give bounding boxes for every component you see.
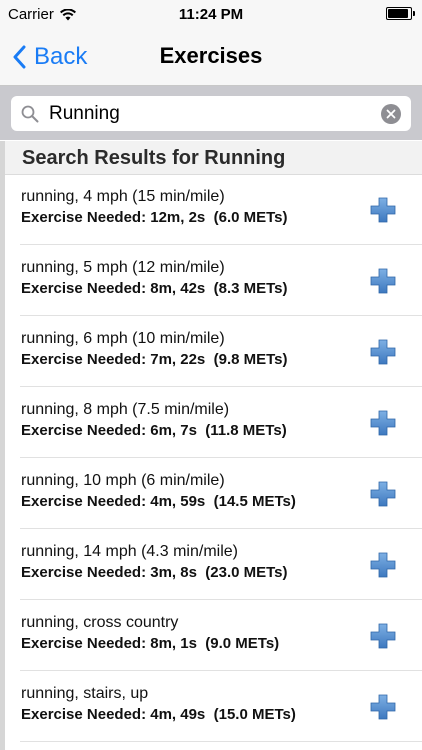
exercise-name: running, 14 mph (4.3 min/mile)	[21, 543, 238, 560]
add-icon[interactable]	[369, 196, 397, 224]
exercise-detail: Exercise Needed: 12m, 2s (6.0 METs)	[21, 209, 288, 226]
exercise-detail: Exercise Needed: 3m, 8s (23.0 METs)	[21, 564, 288, 581]
exercise-name: running, cross country	[21, 614, 179, 631]
navigation-bar: Back Exercises	[0, 30, 422, 86]
add-icon[interactable]	[369, 480, 397, 508]
list-item[interactable]: running, 4 mph (15 min/mile) Exercise Ne…	[20, 174, 422, 245]
results-list: running, 4 mph (15 min/mile) Exercise Ne…	[0, 174, 422, 742]
list-item[interactable]: running, cross country Exercise Needed: …	[20, 600, 422, 671]
list-item[interactable]: running, 6 mph (10 min/mile) Exercise Ne…	[20, 316, 422, 387]
status-bar: Carrier 11:24 PM	[0, 0, 422, 30]
search-box[interactable]	[11, 96, 411, 131]
section-header-label: Search Results for Running	[22, 147, 286, 169]
exercise-name: running, 10 mph (6 min/mile)	[21, 472, 225, 489]
add-icon[interactable]	[369, 622, 397, 650]
add-icon[interactable]	[369, 409, 397, 437]
list-item[interactable]: running, 5 mph (12 min/mile) Exercise Ne…	[20, 245, 422, 316]
status-time: 11:24 PM	[178, 6, 244, 23]
add-icon[interactable]	[369, 551, 397, 579]
battery-icon	[386, 7, 415, 20]
exercise-detail: Exercise Needed: 4m, 49s (15.0 METs)	[21, 706, 296, 723]
page-title: Exercises	[159, 43, 263, 68]
add-icon[interactable]	[369, 693, 397, 721]
add-icon[interactable]	[369, 338, 397, 366]
add-icon[interactable]	[369, 267, 397, 295]
list-item[interactable]: running, stairs, up Exercise Needed: 4m,…	[20, 671, 422, 742]
list-item[interactable]: running, 8 mph (7.5 min/mile) Exercise N…	[20, 387, 422, 458]
search-input[interactable]	[49, 102, 381, 125]
exercise-name: running, 6 mph (10 min/mile)	[21, 330, 225, 347]
exercise-name: running, 4 mph (15 min/mile)	[21, 188, 225, 205]
clear-search-icon[interactable]	[381, 103, 401, 124]
status-right	[386, 7, 415, 20]
exercise-detail: Exercise Needed: 7m, 22s (9.8 METs)	[21, 351, 288, 368]
search-bar	[0, 86, 422, 140]
list-item[interactable]: running, 14 mph (4.3 min/mile) Exercise …	[20, 529, 422, 600]
exercise-name: running, stairs, up	[21, 685, 149, 702]
exercise-detail: Exercise Needed: 8m, 1s (9.0 METs)	[21, 635, 280, 652]
search-icon	[21, 105, 39, 123]
exercise-detail: Exercise Needed: 6m, 7s (11.8 METs)	[21, 422, 287, 439]
exercise-name: running, 8 mph (7.5 min/mile)	[21, 401, 230, 418]
exercise-detail: Exercise Needed: 8m, 42s (8.3 METs)	[21, 280, 288, 297]
section-header: Search Results for Running	[0, 141, 422, 175]
list-item[interactable]: running, 10 mph (6 min/mile) Exercise Ne…	[20, 458, 422, 529]
exercise-detail: Exercise Needed: 4m, 59s (14.5 METs)	[21, 493, 296, 510]
left-edge-divider	[0, 141, 5, 750]
exercise-name: running, 5 mph (12 min/mile)	[21, 259, 225, 276]
